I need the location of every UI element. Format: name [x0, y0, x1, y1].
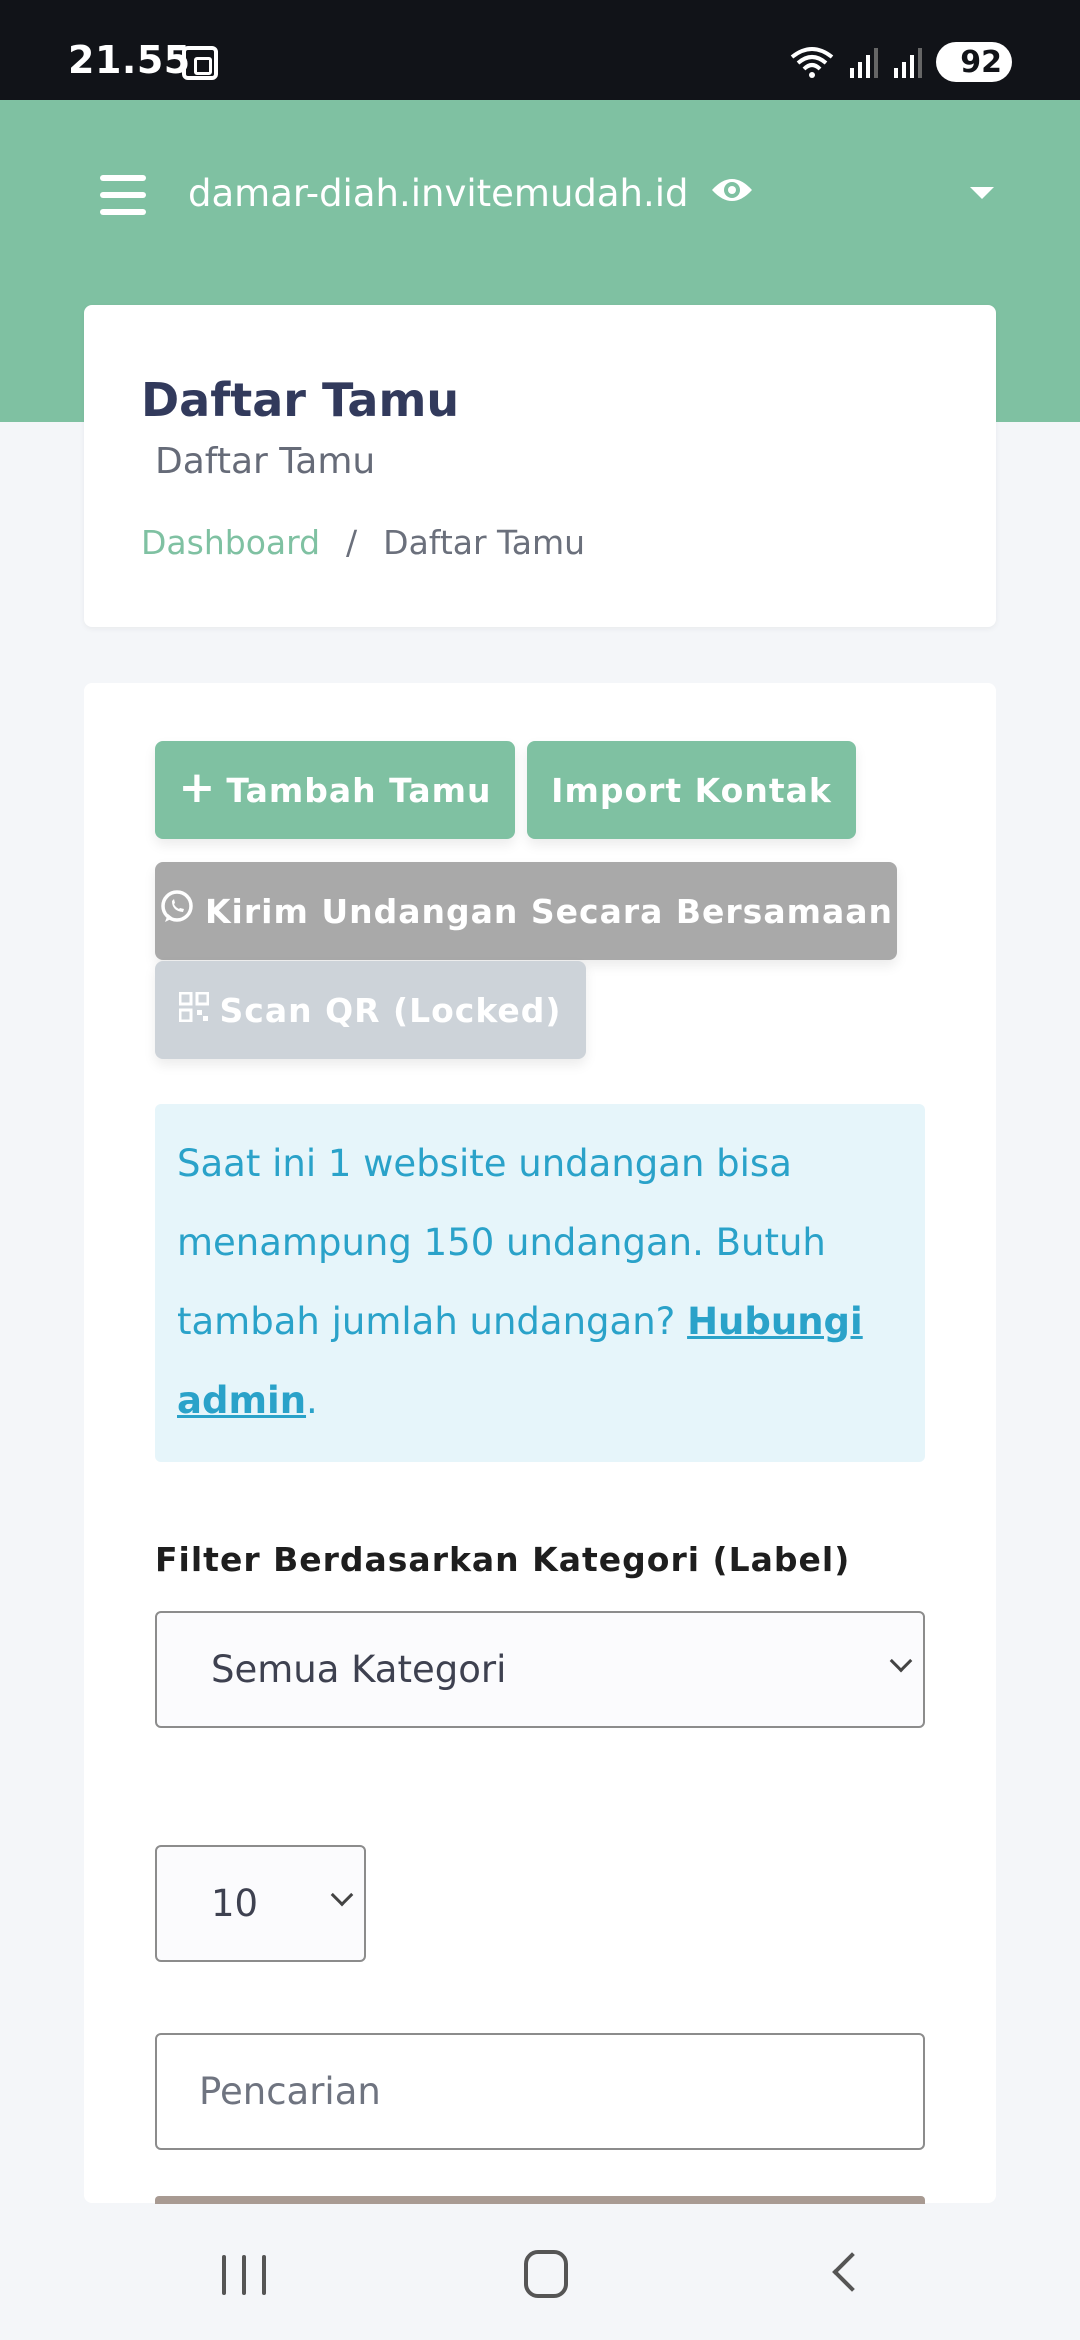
scan-qr-label: Scan QR (Locked): [219, 990, 562, 1030]
home-icon[interactable]: [524, 2250, 568, 2298]
status-icons: 92: [790, 42, 1012, 82]
page-subtitle: Daftar Tamu: [155, 441, 376, 482]
status-bar: 21.55 92: [0, 0, 1080, 100]
add-guest-label: Tambah Tamu: [226, 770, 492, 810]
chevron-down-icon: [330, 1883, 354, 1907]
wifi-icon: [790, 45, 834, 79]
quota-info-end: .: [306, 1379, 318, 1422]
back-icon[interactable]: [832, 2252, 872, 2292]
import-contacts-button[interactable]: Import Kontak: [527, 741, 856, 839]
category-filter-label: Filter Berdasarkan Kategori (Label): [155, 1540, 851, 1579]
add-guest-button[interactable]: + Tambah Tamu: [155, 741, 515, 839]
page-length-value: 10: [211, 1882, 259, 1925]
battery-indicator: 92: [936, 42, 1012, 82]
chevron-down-icon: [889, 1649, 913, 1673]
system-nav-bar: [0, 2204, 1080, 2340]
breadcrumb-current: Daftar Tamu: [383, 523, 586, 562]
send-bulk-invitation-button[interactable]: Kirim Undangan Secara Bersamaan: [155, 862, 897, 960]
eye-icon[interactable]: [710, 172, 754, 208]
import-contacts-label: Import Kontak: [551, 770, 832, 810]
category-filter-select[interactable]: Semua Kategori: [155, 1611, 925, 1728]
category-filter-value: Semua Kategori: [211, 1648, 507, 1691]
signal-icon: [892, 46, 922, 78]
search-input[interactable]: [155, 2033, 925, 2150]
plus-icon: +: [178, 762, 217, 813]
recents-icon[interactable]: [222, 2255, 268, 2295]
page-title: Daftar Tamu: [141, 373, 460, 427]
whatsapp-icon: [159, 889, 195, 933]
qr-icon: [178, 991, 210, 1030]
menu-icon[interactable]: [100, 175, 146, 215]
breadcrumb-dashboard[interactable]: Dashboard: [141, 523, 320, 562]
breadcrumb: Dashboard / Daftar Tamu: [141, 523, 585, 562]
page-header-card: Daftar Tamu Daftar Tamu Dashboard / Daft…: [84, 305, 996, 627]
status-time: 21.55: [68, 38, 191, 82]
site-title[interactable]: damar-diah.invitemudah.id: [188, 172, 689, 215]
send-bulk-label: Kirim Undangan Secara Bersamaan: [204, 891, 894, 931]
quota-info-alert: Saat ini 1 website undangan bisa menampu…: [155, 1104, 925, 1462]
page-length-select[interactable]: 10: [155, 1845, 366, 1962]
scan-qr-button[interactable]: Scan QR (Locked): [155, 961, 586, 1059]
screenshot-icon: [182, 46, 218, 80]
caret-down-icon[interactable]: [970, 187, 994, 199]
signal-icon: [848, 46, 878, 78]
breadcrumb-separator: /: [346, 523, 358, 562]
table-header-edge: [155, 2196, 925, 2204]
